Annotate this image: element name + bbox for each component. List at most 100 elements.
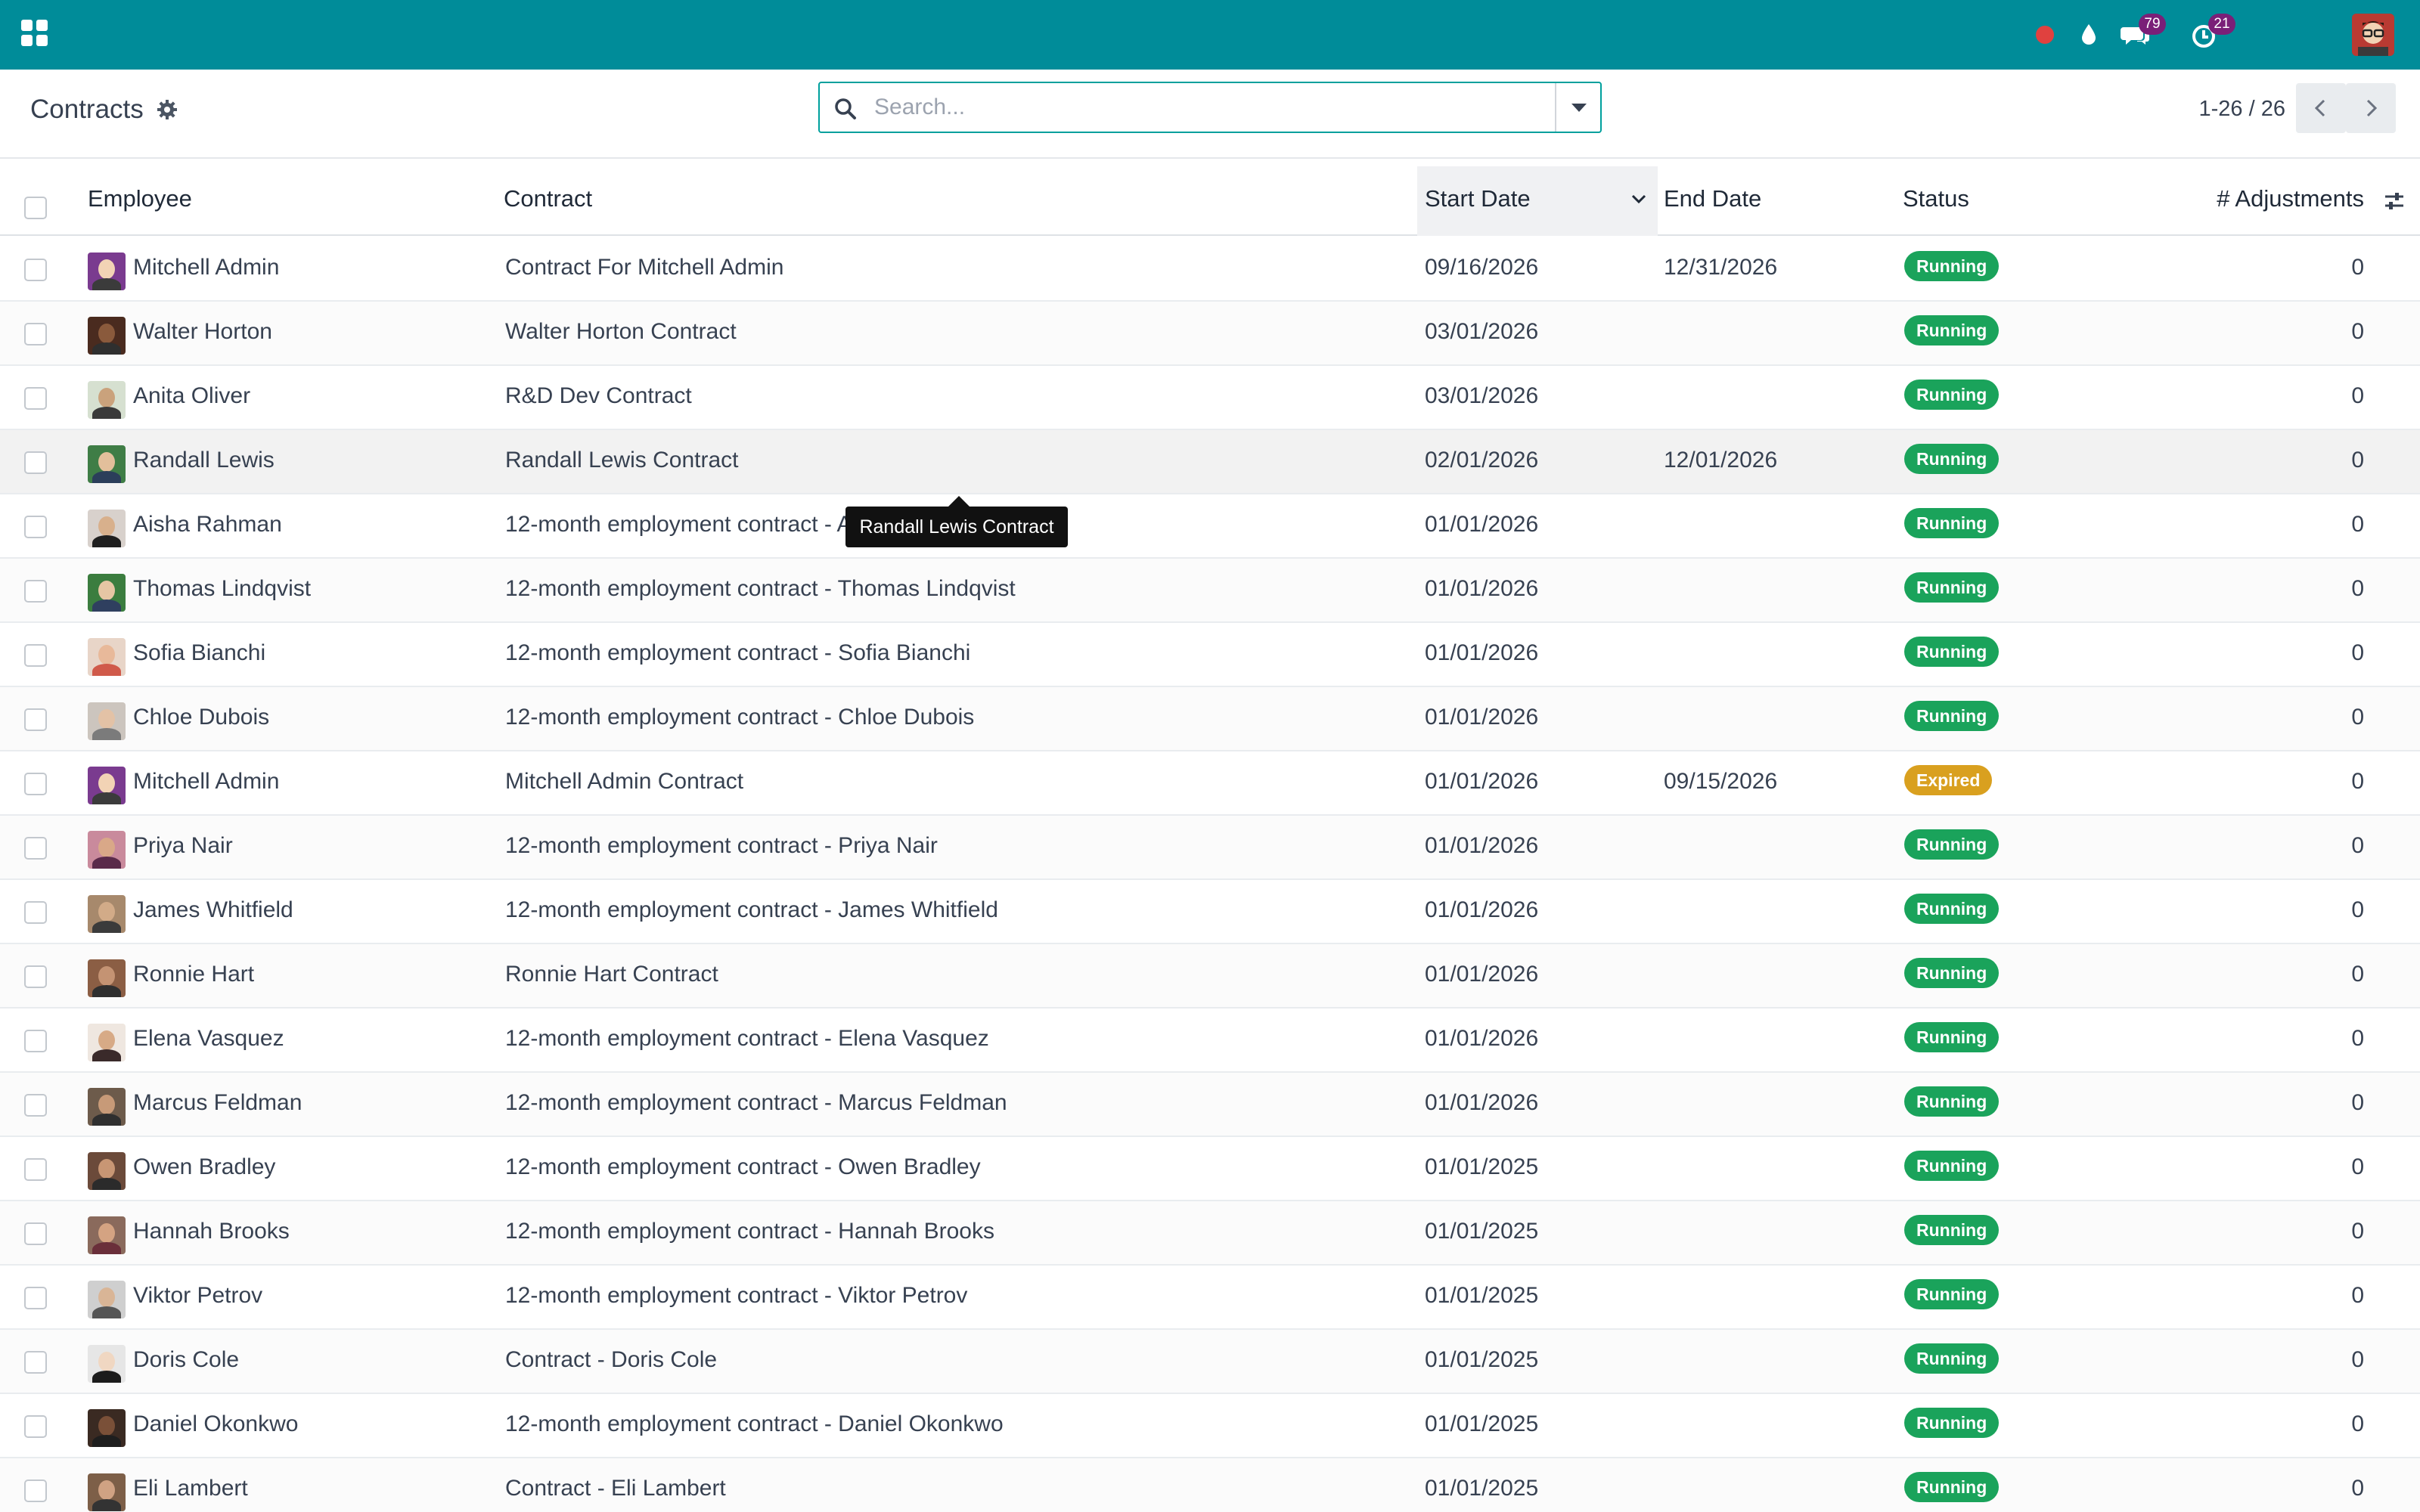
table-row[interactable]: Viktor Petrov 12-month employment contrac… [0,1266,2420,1330]
employee-avatar [88,381,126,419]
row-checkbox[interactable] [24,965,47,988]
table-row[interactable]: Ronnie Hart Ronnie Hart Contract 01/01/202… [0,944,2420,1009]
contract-name: 12-month employment contract - James Whi… [505,897,998,922]
search-input[interactable] [874,89,1525,125]
row-checkbox[interactable] [24,1094,47,1117]
table-row[interactable]: Anita Oliver R&D Dev Contract 03/01/2026 0 R… [0,366,2420,430]
table-row[interactable]: Owen Bradley 12-month employment contract… [0,1137,2420,1201]
pager-previous-button[interactable] [2296,83,2346,133]
employee-avatar [88,1152,126,1190]
table-row[interactable]: Mitchell Admin Mitchell Admin Contract 01/… [0,751,2420,816]
row-checkbox[interactable] [24,387,47,410]
row-checkbox[interactable] [24,773,47,795]
adjustments-count: 0 [2351,1219,2364,1244]
table-row[interactable]: Sofia Bianchi 12-month employment contrac… [0,623,2420,687]
pager-next-button[interactable] [2346,83,2396,133]
table-row[interactable]: Walter Horton Walter Horton Contract 03/01… [0,302,2420,366]
employee-name: Priya Nair [133,833,233,858]
row-checkbox[interactable] [24,259,47,281]
table-row[interactable]: Aisha Rahman 12-month employment contract… [0,494,2420,559]
adjustments-count: 0 [2351,1347,2364,1372]
row-checkbox[interactable] [24,1030,47,1052]
select-all-checkbox[interactable] [24,197,47,219]
contract-tooltip: Randall Lewis Contract [845,507,1068,547]
contract-name: Contract For Mitchell Admin [505,255,784,280]
clock-icon[interactable]: 21 [2187,14,2235,53]
end-date [1664,366,1891,429]
drop-icon[interactable] [2071,17,2107,53]
employee-avatar [88,638,126,676]
employee-name: Hannah Brooks [133,1219,290,1244]
employee-name: Walter Horton [133,319,272,344]
employee-name: Viktor Petrov [133,1283,263,1308]
row-checkbox[interactable] [24,644,47,667]
row-checkbox[interactable] [24,901,47,924]
table-row[interactable]: Eli Lambert Contract - Eli Lambert 01/01/2… [0,1458,2420,1512]
red-dot-icon[interactable] [2027,17,2063,53]
table-row[interactable]: Doris Cole Contract - Doris Cole 01/01/202… [0,1330,2420,1394]
chat-bubbles-icon[interactable]: 79 [2118,14,2166,53]
start-date: 01/01/2026 [1425,640,1539,665]
column-header-start-date[interactable]: Start Date [1417,166,1658,236]
table-row[interactable]: Marcus Feldman 12-month employment contra… [0,1073,2420,1137]
table-row[interactable]: Elena Vasquez 12-month employment contrac… [0,1009,2420,1073]
end-date [1664,816,1891,878]
apps-grid-icon[interactable] [21,20,48,47]
adjustments-count: 0 [2351,897,2364,922]
row-checkbox[interactable] [24,708,47,731]
row-checkbox[interactable] [24,580,47,603]
row-checkbox[interactable] [24,516,47,538]
end-date [1664,1137,1891,1200]
table-row[interactable]: Randall Lewis Randall Lewis Contract 02/01… [0,430,2420,494]
status-badge: Running [1904,1408,2000,1438]
table-row[interactable]: Mitchell Admin Contract For Mitchell Admi… [0,237,2420,302]
adjustments-count: 0 [2351,962,2364,987]
contract-name: Contract - Eli Lambert [505,1476,726,1501]
row-checkbox[interactable] [24,1479,47,1502]
status-badge: Running [1904,701,2000,731]
employee-name: Anita Oliver [133,383,251,408]
table-row[interactable]: James Whitfield 12-month employment contr… [0,880,2420,944]
row-checkbox[interactable] [24,451,47,474]
column-header-status[interactable]: Status [1903,166,2130,236]
status-badge: Running [1904,1086,2000,1117]
column-header-end-date[interactable]: End Date [1664,166,1891,236]
start-date: 01/01/2026 [1425,833,1539,858]
end-date [1664,687,1891,750]
contract-name: Randall Lewis Contract [505,448,739,472]
row-checkbox[interactable] [24,1351,47,1374]
adjustments-count: 0 [2351,1476,2364,1501]
gear-icon[interactable] [156,98,178,121]
row-checkbox[interactable] [24,323,47,345]
row-checkbox[interactable] [24,1158,47,1181]
column-header-adjustments[interactable]: # Adjustments [2178,166,2364,236]
end-date [1664,623,1891,686]
row-checkbox[interactable] [24,837,47,860]
status-badge: Running [1904,444,2000,474]
table-row[interactable]: Thomas Lindqvist 12-month employment cont… [0,559,2420,623]
adjustments-count: 0 [2351,1411,2364,1436]
table-row[interactable]: Chloe Dubois 12-month employment contract… [0,687,2420,751]
column-header-contract[interactable]: Contract [504,166,1411,236]
employee-name: Chloe Dubois [133,705,270,730]
adjustments-count: 0 [2351,769,2364,794]
row-checkbox[interactable] [24,1415,47,1438]
column-header-employee[interactable]: Employee [88,166,481,236]
table-row[interactable]: Priya Nair 12-month employment contract -… [0,816,2420,880]
table-row[interactable]: Hannah Brooks 12-month employment contrac… [0,1201,2420,1266]
employee-name: Elena Vasquez [133,1026,284,1051]
user-avatar[interactable] [2352,14,2394,56]
status-badge: Running [1904,829,2000,860]
row-checkbox[interactable] [24,1222,47,1245]
start-date: 01/01/2026 [1425,897,1539,922]
end-date [1664,1201,1891,1264]
search-options-toggle[interactable] [1555,83,1600,132]
pager-value[interactable]: 1-26 / 26 [2199,92,2285,125]
table-row[interactable]: Daniel Okonkwo 12-month employment contra… [0,1394,2420,1458]
search-bar [818,82,1602,133]
sliders-icon[interactable] [2382,189,2406,213]
start-date: 03/01/2026 [1425,383,1539,408]
row-checkbox[interactable] [24,1287,47,1309]
end-date [1664,559,1891,621]
employee-avatar [88,1216,126,1254]
